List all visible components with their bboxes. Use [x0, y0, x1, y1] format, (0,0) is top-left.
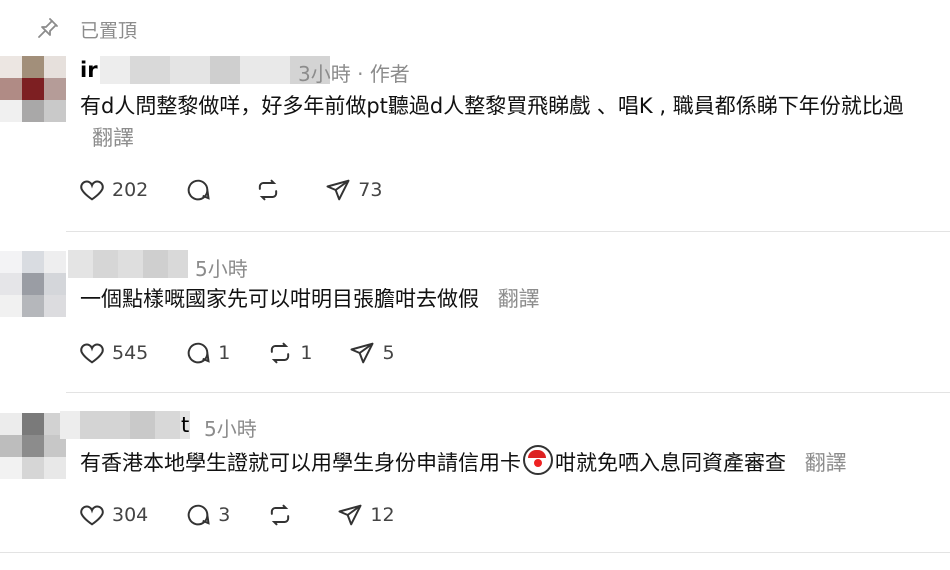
avatar[interactable] [0, 56, 66, 122]
username[interactable]: t [181, 413, 189, 437]
like-button[interactable]: 304 [78, 501, 148, 529]
comment-body: 一個點樣嘅國家先可以咁明目張膽咁去做假 [80, 287, 479, 311]
send-icon [338, 504, 362, 526]
send-icon [350, 342, 374, 364]
like-button[interactable]: 545 [78, 339, 148, 367]
repost-icon [259, 179, 278, 201]
comment-text: 一個點樣嘅國家先可以咁明目張膽咁去做假 翻譯 [80, 283, 940, 315]
comment-meta: 3小時 · 作者 [298, 58, 410, 87]
comment-bubble-icon [187, 342, 210, 364]
heart-icon [80, 505, 104, 526]
comment-body-part-1: 有香港本地學生證就可以用學生身份申請信用卡 [80, 451, 521, 475]
timestamp: 5小時 [204, 417, 257, 441]
like-count: 304 [112, 504, 149, 526]
share-button[interactable]: 73 [324, 176, 382, 204]
action-bar: 304 3 12 [78, 501, 431, 529]
reply-button[interactable]: 1 [184, 339, 230, 367]
share-button[interactable]: 12 [336, 501, 395, 529]
repost-button[interactable] [254, 176, 288, 204]
blurred-username [68, 250, 188, 278]
share-count: 12 [370, 504, 395, 526]
pinned-label: 已置頂 [80, 20, 138, 42]
author-tag: 作者 [369, 62, 410, 86]
comment-body: 有d人問整黎做咩，好多年前做pt聽過d人整黎買飛睇戲 、唱K , 職員都係睇下年… [80, 94, 904, 118]
comment-bubble-icon [187, 179, 210, 201]
reply-button[interactable] [184, 176, 218, 204]
heart-icon [80, 343, 104, 364]
like-count: 545 [112, 342, 149, 364]
username[interactable]: ir [80, 58, 98, 82]
repost-count: 1 [300, 342, 313, 364]
action-bar: 545 1 1 5 [78, 339, 431, 367]
reply-button[interactable]: 3 [184, 501, 230, 529]
repost-icon [271, 342, 290, 364]
pinned-header: 已置頂 [0, 0, 950, 60]
action-bar: 202 73 [78, 176, 418, 204]
heart-icon [80, 180, 104, 201]
share-count: 73 [358, 179, 383, 201]
blurred-username [60, 411, 190, 439]
pin-icon [38, 18, 58, 38]
timestamp: 3小時 [298, 62, 351, 86]
repost-icon [271, 504, 290, 526]
share-count: 5 [382, 342, 395, 364]
translate-link[interactable]: 翻譯 [92, 126, 134, 150]
send-icon [326, 179, 350, 201]
divider [0, 552, 950, 553]
share-button[interactable]: 5 [348, 339, 395, 367]
blurred-username [100, 56, 330, 84]
divider [66, 231, 950, 232]
translate-link[interactable]: 翻譯 [805, 451, 847, 475]
reply-count: 1 [218, 342, 231, 364]
like-count: 202 [112, 179, 149, 201]
comment-text: 有香港本地學生證就可以用學生身份申請信用卡 咁就免哂入息同資產審查 翻譯 [80, 445, 940, 479]
repost-button[interactable] [266, 501, 300, 529]
comment-body-part-2: 咁就免哂入息同資產審查 [555, 451, 786, 475]
avatar[interactable] [0, 413, 66, 479]
meta-separator: · [357, 62, 364, 86]
repost-button[interactable]: 1 [266, 339, 312, 367]
clown-face-emoji [523, 445, 553, 475]
reply-count: 3 [218, 504, 231, 526]
like-button[interactable]: 202 [78, 176, 148, 204]
timestamp: 5小時 [195, 257, 248, 281]
divider [66, 392, 950, 393]
translate-link[interactable]: 翻譯 [498, 287, 540, 311]
avatar[interactable] [0, 251, 66, 317]
comment-bubble-icon [187, 504, 210, 526]
comment-text: 有d人問整黎做咩，好多年前做pt聽過d人整黎買飛睇戲 、唱K , 職員都係睇下年… [80, 90, 940, 154]
